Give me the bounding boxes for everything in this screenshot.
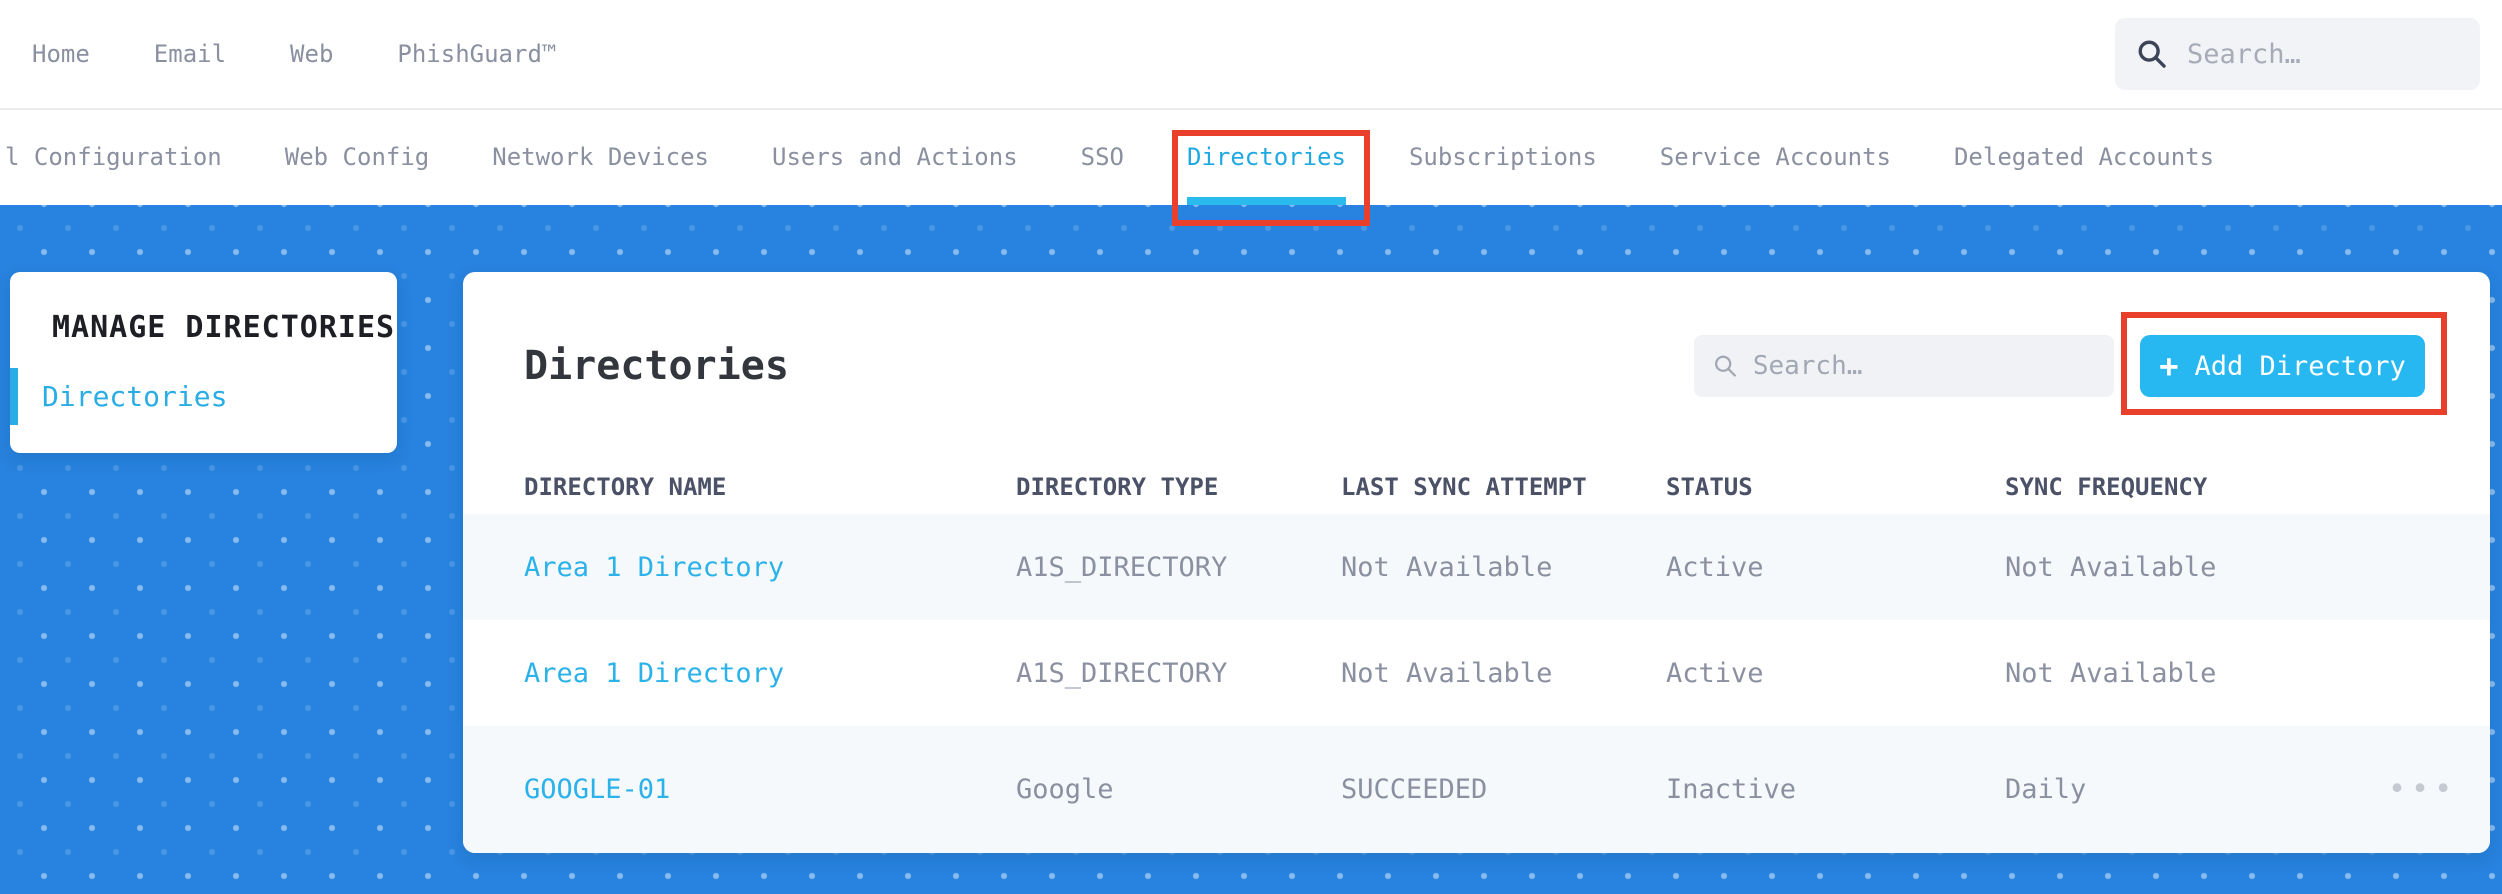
- col-status: STATUS: [1666, 473, 1753, 501]
- cell-last-sync-attempt: Not Available: [1341, 657, 1553, 689]
- cell-last-sync-attempt: SUCCEEDED: [1341, 774, 1488, 805]
- plus-icon: +: [2159, 347, 2179, 385]
- row-more-menu-icon[interactable]: •••: [2358, 772, 2457, 807]
- table-row: GOOGLE-01 Google SUCCEEDED Inactive Dail…: [463, 726, 2490, 853]
- cell-status: Active: [1666, 657, 1764, 689]
- tab-users-and-actions[interactable]: Users and Actions: [772, 110, 1018, 205]
- col-directory-name: DIRECTORY NAME: [524, 473, 727, 501]
- cell-status: Inactive: [1666, 774, 1797, 805]
- cell-directory-type: A1S_DIRECTORY: [1016, 657, 1228, 689]
- add-directory-button[interactable]: + Add Directory: [2140, 335, 2425, 397]
- directories-search-box[interactable]: [1694, 335, 2114, 397]
- cell-sync-frequency: Daily: [2005, 774, 2087, 805]
- cell-last-sync-attempt: Not Available: [1341, 551, 1553, 583]
- nav-item-home[interactable]: Home: [32, 40, 90, 68]
- cell-directory-type: Google: [1016, 774, 1114, 805]
- cell-sync-frequency: Not Available: [2005, 657, 2217, 689]
- global-search-input[interactable]: [2187, 38, 2460, 70]
- cell-status: Active: [1666, 551, 1764, 583]
- sidebar-title: MANAGE DIRECTORIES: [52, 310, 396, 345]
- settings-tab-bar: l Configuration Web Config Network Devic…: [0, 110, 2502, 205]
- tab-service-accounts[interactable]: Service Accounts: [1660, 110, 1891, 205]
- tab-delegated-accounts[interactable]: Delegated Accounts: [1954, 110, 2214, 205]
- top-nav-bar: Home Email Web PhishGuard™: [0, 0, 2502, 110]
- cell-directory-name[interactable]: Area 1 Directory: [524, 658, 1016, 689]
- cell-directory-name[interactable]: Area 1 Directory: [524, 552, 1016, 583]
- panel-header-actions: + Add Directory: [1694, 335, 2425, 397]
- nav-item-email[interactable]: Email: [154, 40, 226, 68]
- tab-subscriptions[interactable]: Subscriptions: [1409, 110, 1597, 205]
- manage-directories-card: MANAGE DIRECTORIES Directories: [10, 272, 397, 453]
- search-icon: [1715, 355, 1737, 377]
- cell-directory-name[interactable]: GOOGLE-01: [524, 774, 1016, 805]
- table-header-row: DIRECTORY NAME DIRECTORY TYPE LAST SYNC …: [463, 460, 2490, 514]
- col-sync-frequency: SYNC FREQUENCY: [2005, 473, 2208, 501]
- top-nav-items: Home Email Web PhishGuard™: [32, 40, 556, 68]
- nav-item-phishguard[interactable]: PhishGuard™: [397, 40, 556, 68]
- table-row: Area 1 Directory A1S_DIRECTORY Not Avail…: [463, 620, 2490, 726]
- directories-panel: Directories + Add Directory DIRECTORY NA…: [463, 272, 2490, 853]
- col-last-sync-attempt: LAST SYNC ATTEMPT: [1341, 473, 1587, 501]
- tab-sso[interactable]: SSO: [1081, 110, 1124, 205]
- panel-header: Directories + Add Directory: [463, 272, 2490, 460]
- sidebar-item-directories[interactable]: Directories: [10, 368, 397, 425]
- nav-item-web[interactable]: Web: [290, 40, 333, 68]
- add-directory-button-label: Add Directory: [2194, 350, 2406, 382]
- col-directory-type: DIRECTORY TYPE: [1016, 473, 1219, 501]
- directories-search-input[interactable]: [1752, 351, 2096, 381]
- cell-directory-type: A1S_DIRECTORY: [1016, 551, 1228, 583]
- table-row: Area 1 Directory A1S_DIRECTORY Not Avail…: [463, 514, 2490, 620]
- workspace-background: MANAGE DIRECTORIES Directories Directori…: [0, 205, 2502, 894]
- tab-email-configuration[interactable]: l Configuration: [5, 110, 222, 205]
- cell-sync-frequency: Not Available: [2005, 551, 2217, 583]
- tab-network-devices[interactable]: Network Devices: [492, 110, 709, 205]
- tab-web-config[interactable]: Web Config: [285, 110, 430, 205]
- global-search-box[interactable]: [2115, 18, 2480, 90]
- tab-directories[interactable]: Directories: [1187, 110, 1346, 205]
- search-icon: [2138, 40, 2166, 68]
- page-title: Directories: [524, 343, 789, 389]
